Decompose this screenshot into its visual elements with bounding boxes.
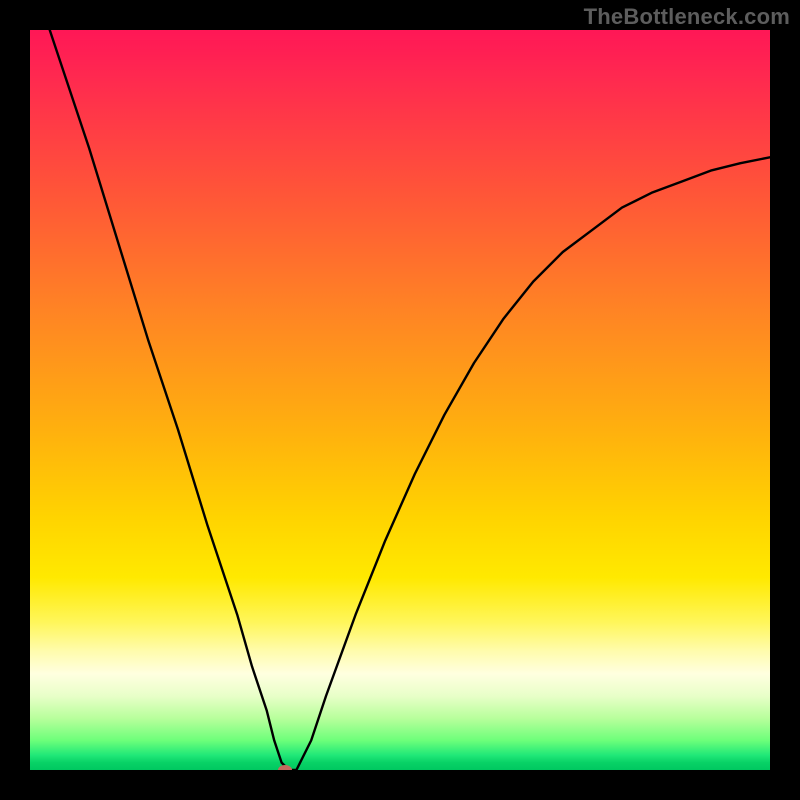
plot-area xyxy=(30,30,770,770)
watermark-text: TheBottleneck.com xyxy=(584,4,790,30)
minimum-marker-icon xyxy=(278,765,292,770)
bottleneck-curve xyxy=(30,30,770,770)
chart-frame: TheBottleneck.com xyxy=(0,0,800,800)
